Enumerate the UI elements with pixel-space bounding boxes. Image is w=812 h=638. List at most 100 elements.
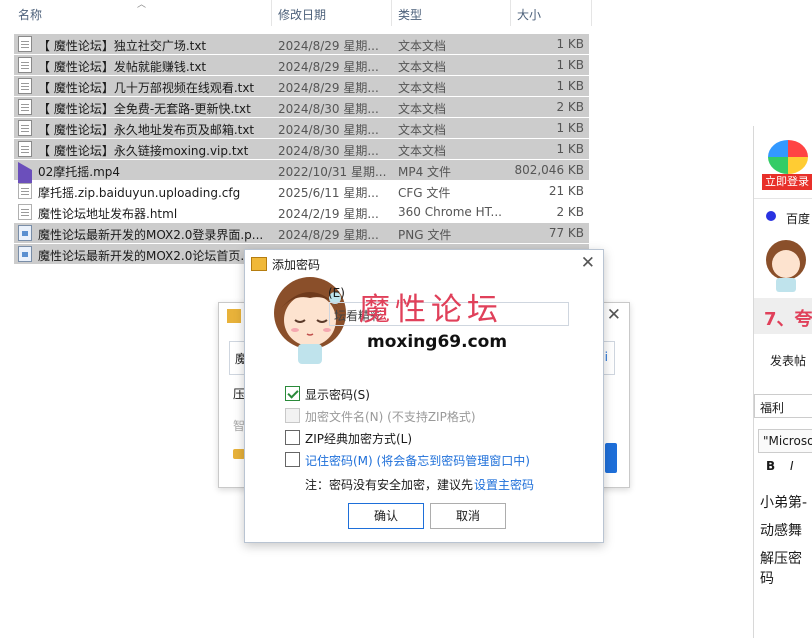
column-divider[interactable] — [271, 0, 272, 26]
file-type: MP4 文件 — [398, 165, 452, 179]
image-file-icon — [18, 246, 32, 262]
file-type: 文本文档 — [398, 144, 447, 158]
file-name: 魔性论坛地址发布器.html — [38, 207, 178, 221]
file-size: 1 KB — [556, 37, 584, 51]
file-name: 02摩托摇.mp4 — [38, 165, 121, 179]
zip-classic-label[interactable]: ZIP经典加密方式(L) — [305, 430, 412, 447]
password-label: (E) — [328, 286, 345, 300]
column-divider[interactable] — [391, 0, 392, 26]
remember-password-label[interactable]: 记住密码(M) (将会备忘到密码管理窗口中) — [305, 452, 530, 469]
remember-password-checkbox[interactable] — [285, 452, 300, 467]
archive-icon — [227, 309, 241, 323]
column-name[interactable]: 名称 — [18, 6, 42, 23]
text-file-icon — [18, 36, 32, 52]
close-icon[interactable]: ✕ — [607, 305, 621, 325]
watermark-title: 魔性论坛 — [359, 292, 503, 328]
file-size: 2 KB — [556, 100, 584, 114]
table-row[interactable]: 【 魔性论坛】独立社交广场.txt 2024/8/29 星期... 文本文档 1… — [14, 34, 589, 54]
table-row[interactable]: 摩托摇.zip.baiduyun.uploading.cfg 2025/6/11… — [14, 181, 589, 201]
file-name: 【 魔性论坛】发帖就能赚钱.txt — [38, 60, 207, 74]
login-badge[interactable]: 立即登录 — [762, 174, 812, 190]
font-size-value: 福利 — [760, 401, 785, 415]
column-size[interactable]: 大小 — [517, 6, 541, 23]
table-row[interactable]: 02摩托摇.mp4 2022/10/31 星期... MP4 文件 802,04… — [14, 160, 589, 194]
file-name: 魔性论坛最新开发的MOX2.0论坛首页. — [38, 249, 245, 263]
file-name: 【 魔性论坛】全免费-无套路-更新快.txt — [38, 102, 251, 116]
table-row[interactable]: 魔性论坛最新开发的MOX2.0登录界面.p... 2024/8/29 星期...… — [14, 223, 589, 243]
table-row[interactable]: 【 魔性论坛】几十万部视频在线观看.txt 2024/8/29 星期... 文本… — [14, 76, 589, 96]
app-logo — [768, 140, 808, 174]
column-type[interactable]: 类型 — [398, 6, 422, 23]
security-note: 注：密码没有安全加密，建议先 — [305, 478, 474, 492]
file-size: 2 KB — [556, 205, 584, 219]
file-date: 2024/8/29 星期... — [278, 228, 379, 242]
table-row[interactable]: 【 魔性论坛】发帖就能赚钱.txt 2024/8/29 星期... 文本文档 1… — [14, 55, 589, 75]
file-type: 文本文档 — [398, 60, 447, 74]
column-divider[interactable] — [510, 0, 511, 26]
divider — [754, 198, 812, 199]
column-divider[interactable] — [591, 0, 592, 26]
post-tab[interactable]: 发表帖 — [770, 352, 806, 369]
anime-girl-avatar — [766, 240, 806, 292]
sort-up-icon: ︿ — [137, 0, 147, 10]
file-type: 文本文档 — [398, 102, 447, 116]
column-date[interactable]: 修改日期 — [278, 6, 326, 23]
file-size: 1 KB — [556, 79, 584, 93]
file-date: 2022/10/31 星期... — [278, 165, 387, 179]
file-type: 360 Chrome HT... — [398, 205, 502, 219]
confirm-button[interactable]: 确认 — [348, 503, 424, 529]
file-type: 文本文档 — [398, 81, 447, 95]
cfg-file-icon — [18, 183, 32, 199]
set-master-password-link[interactable]: 设置主密码 — [474, 476, 534, 493]
table-row[interactable]: 【 魔性论坛】永久链接moxing.vip.txt 2024/8/30 星期..… — [14, 139, 589, 159]
show-password-checkbox[interactable] — [285, 386, 300, 401]
cancel-button[interactable]: 取消 — [430, 503, 506, 529]
watermark-url: moxing69.com — [367, 332, 508, 352]
italic-icon[interactable]: I — [790, 459, 794, 473]
file-size: 21 KB — [548, 184, 584, 198]
text-file-icon — [18, 99, 32, 115]
text-file-icon — [18, 78, 32, 94]
file-type: 文本文档 — [398, 123, 447, 137]
file-name: 【 魔性论坛】独立社交广场.txt — [38, 39, 207, 53]
zip-classic-checkbox[interactable] — [285, 430, 300, 445]
file-date: 2024/8/29 星期... — [278, 60, 379, 74]
table-row[interactable]: 【 魔性论坛】永久地址发布页及邮箱.txt 2024/8/30 星期... 文本… — [14, 118, 589, 138]
text-file-icon — [18, 141, 32, 157]
encrypt-names-checkbox[interactable] — [285, 408, 300, 423]
table-row[interactable]: 魔性论坛地址发布器.html 2024/2/19 星期... 360 Chrom… — [14, 202, 589, 222]
file-date: 2024/2/19 星期... — [278, 207, 379, 221]
font-family-value: "Microso — [763, 434, 812, 448]
file-date: 2024/8/30 星期... — [278, 144, 379, 158]
image-file-icon — [18, 225, 32, 241]
baidu-label[interactable]: 百度 — [786, 210, 810, 227]
file-size: 1 KB — [556, 121, 584, 135]
banner-text: 7、夸 — [764, 309, 812, 330]
file-type: CFG 文件 — [398, 186, 451, 200]
bold-icon[interactable]: B — [766, 459, 775, 473]
file-name: 【 魔性论坛】几十万部视频在线观看.txt — [38, 81, 255, 95]
encrypt-names-label[interactable]: 加密文件名(N) (不支持ZIP格式) — [305, 408, 476, 425]
file-type: 文本文档 — [398, 39, 447, 53]
add-password-dialog: 添加密码 ✕ (E) 坛看精彩 魔性论坛 moxing69.com 显示密码(S… — [244, 249, 604, 543]
post-text-line: 解压密码 — [760, 551, 802, 587]
text-file-icon — [18, 57, 32, 73]
banner: 7、夸 — [754, 298, 812, 334]
show-password-label[interactable]: 显示密码(S) — [305, 386, 370, 403]
file-date: 2024/8/30 星期... — [278, 102, 379, 116]
file-list-header: ︿ 名称 修改日期 类型 大小 — [0, 0, 592, 26]
file-type: PNG 文件 — [398, 228, 452, 242]
close-icon[interactable]: ✕ — [581, 253, 595, 273]
file-size: 802,046 KB — [514, 163, 584, 177]
font-size-select[interactable]: 福利 — [754, 394, 812, 418]
file-size: 1 KB — [556, 58, 584, 72]
start-button[interactable] — [605, 443, 617, 473]
font-family-select[interactable]: "Microso — [758, 429, 812, 453]
file-name: 魔性论坛最新开发的MOX2.0登录界面.p... — [38, 228, 264, 242]
post-text-line: 动感舞 — [760, 523, 802, 539]
text-file-icon — [18, 120, 32, 136]
file-size: 77 KB — [548, 226, 584, 240]
table-row[interactable]: 【 魔性论坛】全免费-无套路-更新快.txt 2024/8/30 星期... 文… — [14, 97, 589, 117]
file-name: 摩托摇.zip.baiduyun.uploading.cfg — [38, 186, 241, 200]
file-name: 【 魔性论坛】永久链接moxing.vip.txt — [38, 144, 249, 158]
